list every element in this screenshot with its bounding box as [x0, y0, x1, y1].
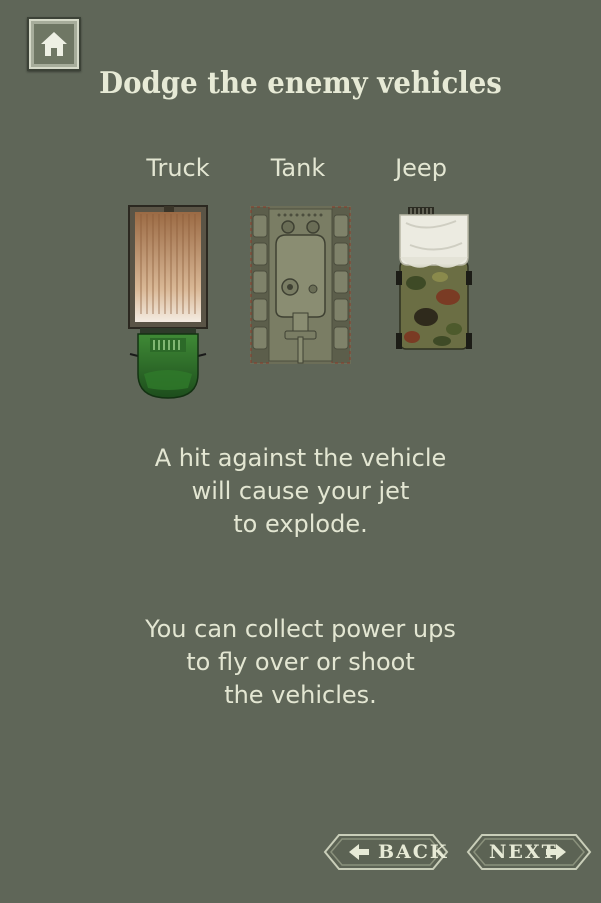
vehicle-label-jeep: Jeep	[395, 154, 447, 182]
jeep-image	[396, 207, 472, 350]
power-up-line-3: the vehicles.	[224, 681, 377, 709]
tank-image	[250, 206, 351, 364]
back-button[interactable]: BACK	[323, 833, 449, 871]
hit-warning-line-1: A hit against the vehicle	[154, 444, 447, 472]
power-up-line-2: to fly over or shoot	[186, 648, 415, 676]
hit-warning-line-2: will cause your jet	[191, 477, 410, 505]
page-title: Dodge the enemy vehicles	[99, 66, 502, 101]
home-button-face	[34, 24, 74, 64]
vehicle-label-truck: Truck	[146, 154, 210, 182]
power-up-text: You can collect power ups to fly over or…	[0, 613, 601, 712]
next-label: NEXT	[489, 841, 558, 863]
power-up-line-1: You can collect power ups	[145, 615, 456, 643]
back-label: BACK	[378, 841, 449, 863]
vehicle-label-tank: Tank	[270, 154, 326, 182]
home-icon	[41, 32, 67, 56]
next-button[interactable]: NEXT	[466, 833, 592, 871]
hit-warning-line-3: to explode.	[233, 510, 368, 538]
home-button[interactable]	[27, 17, 81, 71]
hit-warning-text: A hit against the vehicle will cause you…	[0, 442, 601, 541]
truck-image	[128, 205, 208, 399]
